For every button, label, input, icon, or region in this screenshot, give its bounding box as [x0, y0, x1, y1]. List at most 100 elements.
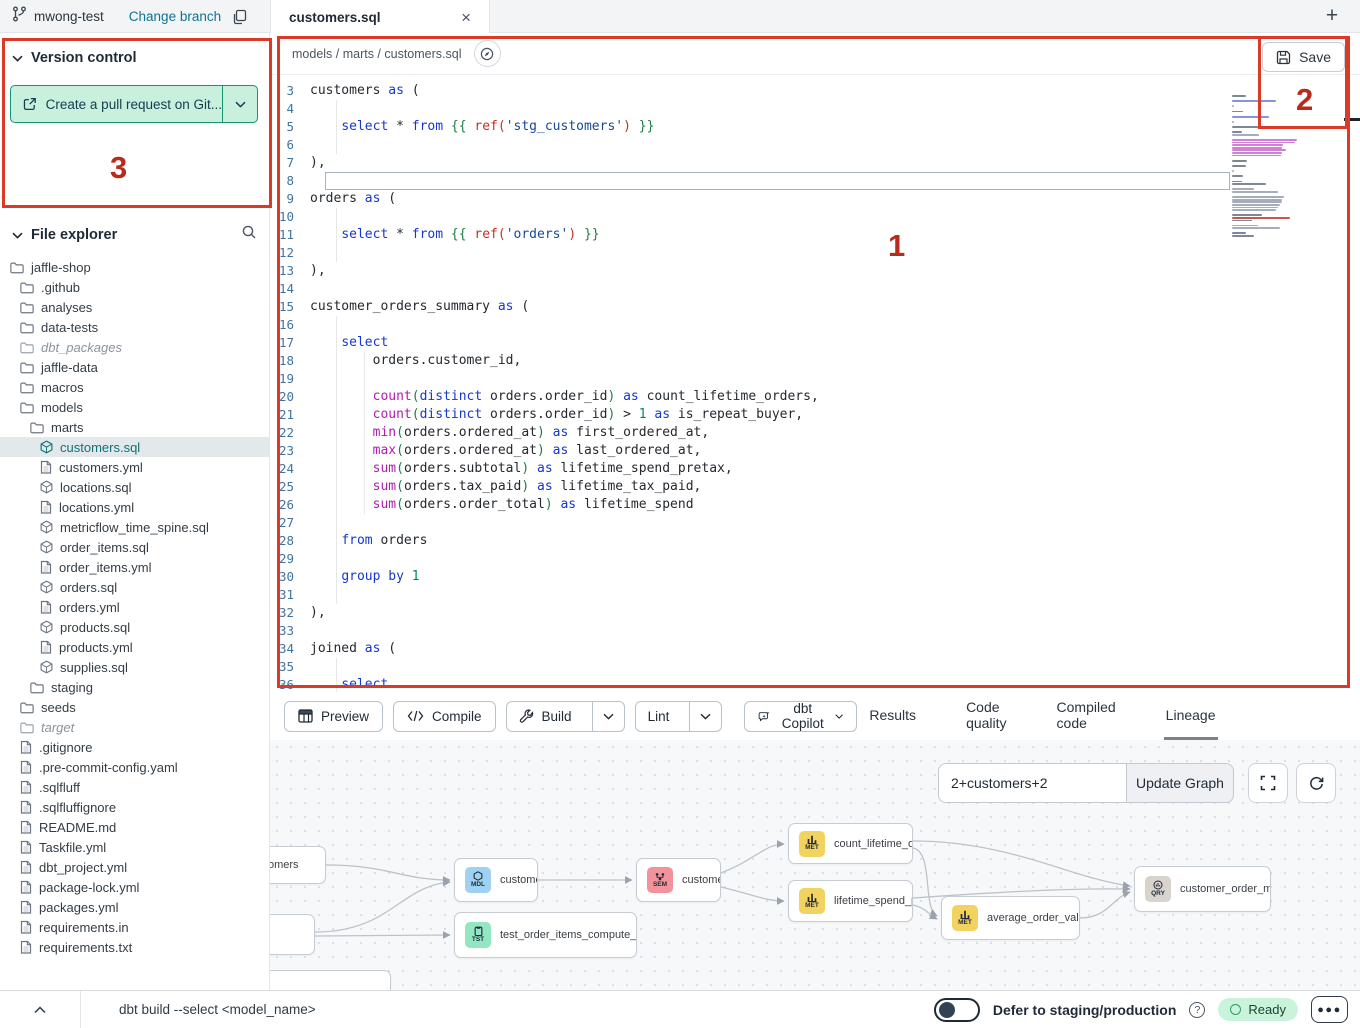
- code-line-26[interactable]: 26 sum(orders.order_total) as lifetime_s…: [270, 496, 1360, 514]
- command-input[interactable]: dbt build --select <model_name>: [119, 1002, 316, 1017]
- code-line-18[interactable]: 18 orders.customer_id,: [270, 352, 1360, 370]
- code-line-6[interactable]: 6: [270, 136, 1360, 154]
- minimap-handle[interactable]: [1344, 118, 1360, 121]
- code-line-3[interactable]: 3customers as (: [270, 82, 1360, 100]
- change-branch-link[interactable]: Change branch: [129, 9, 221, 24]
- tab-close-icon[interactable]: ×: [461, 9, 471, 26]
- help-icon[interactable]: ?: [1189, 1002, 1205, 1018]
- navigate-icon[interactable]: [474, 40, 501, 67]
- tree-item--sqlfluffignore[interactable]: .sqlfluffignore: [0, 797, 270, 817]
- create-pr-main[interactable]: Create a pull request on Git...: [11, 86, 223, 122]
- tree-item-data-tests[interactable]: data-tests: [0, 317, 270, 337]
- tree-item-order-items-sql[interactable]: order_items.sql: [0, 537, 270, 557]
- code-line-32[interactable]: 32),: [270, 604, 1360, 622]
- build-button[interactable]: Build: [507, 702, 584, 731]
- new-tab-button[interactable]: +: [1318, 2, 1346, 30]
- code-line-25[interactable]: 25 sum(orders.tax_paid) as lifetime_tax_…: [270, 478, 1360, 496]
- lineage-node-customers[interactable]: SEMcustomers: [636, 858, 721, 902]
- create-pr-caret[interactable]: [223, 86, 257, 122]
- lint-button[interactable]: Lint: [636, 702, 682, 731]
- more-options-button[interactable]: ●●●: [1311, 996, 1348, 1023]
- tree-item-marts[interactable]: marts: [0, 417, 270, 437]
- tree-item--gitignore[interactable]: .gitignore: [0, 737, 270, 757]
- code-line-21[interactable]: 21 count(distinct orders.order_id) > 1 a…: [270, 406, 1360, 424]
- code-line-5[interactable]: 5 select * from {{ ref('stg_customers') …: [270, 118, 1360, 136]
- code-line-27[interactable]: 27: [270, 514, 1360, 532]
- tab-results[interactable]: Results: [867, 692, 918, 740]
- tree-item--github[interactable]: .github: [0, 277, 270, 297]
- lineage-node-customers[interactable]: MDLcustomers: [454, 858, 538, 902]
- code-line-13[interactable]: 13),: [270, 262, 1360, 280]
- lineage-node-orders[interactable]: orders: [270, 914, 315, 955]
- tree-item-taskfile-yml[interactable]: Taskfile.yml: [0, 837, 270, 857]
- tree-item--sqlfluff[interactable]: .sqlfluff: [0, 777, 270, 797]
- tree-item-products-yml[interactable]: products.yml: [0, 637, 270, 657]
- code-line-17[interactable]: 17 select: [270, 334, 1360, 352]
- search-icon[interactable]: [241, 224, 257, 240]
- tree-item-orders-sql[interactable]: orders.sql: [0, 577, 270, 597]
- code-line-10[interactable]: 10: [270, 208, 1360, 226]
- tree-item-packages-yml[interactable]: packages.yml: [0, 897, 270, 917]
- defer-toggle[interactable]: [934, 998, 980, 1022]
- lineage-node-customer-order-metrics[interactable]: QRYcustomer_order_metrics: [1134, 866, 1271, 912]
- code-line-34[interactable]: 34joined as (: [270, 640, 1360, 658]
- lineage-filter-input[interactable]: [938, 763, 1126, 803]
- code-line-30[interactable]: 30 group by 1: [270, 568, 1360, 586]
- dbt-copilot-button[interactable]: dbt Copilot: [744, 701, 857, 732]
- lineage-node-average-order-value[interactable]: METaverage_order_value: [941, 896, 1080, 940]
- save-button[interactable]: Save: [1262, 42, 1345, 72]
- tab-code-quality[interactable]: Code quality: [964, 692, 1008, 740]
- code-line-15[interactable]: 15customer_orders_summary as (: [270, 298, 1360, 316]
- code-line-35[interactable]: 35: [270, 658, 1360, 676]
- tree-item-analyses[interactable]: analyses: [0, 297, 270, 317]
- tree-item-locations-yml[interactable]: locations.yml: [0, 497, 270, 517]
- lineage-node-partial[interactable]: [270, 970, 391, 990]
- tree-item-requirements-txt[interactable]: requirements.txt: [0, 937, 270, 957]
- code-line-14[interactable]: 14: [270, 280, 1360, 298]
- tree-item-models[interactable]: models: [0, 397, 270, 417]
- tab-lineage[interactable]: Lineage: [1164, 692, 1218, 740]
- code-line-7[interactable]: 7),: [270, 154, 1360, 172]
- tree-item-macros[interactable]: macros: [0, 377, 270, 397]
- tree-item-staging[interactable]: staging: [0, 677, 270, 697]
- code-line-8[interactable]: 8: [270, 172, 1360, 190]
- code-line-31[interactable]: 31: [270, 586, 1360, 604]
- create-pr-button[interactable]: Create a pull request on Git...: [10, 85, 258, 123]
- copy-icon[interactable]: [232, 9, 247, 25]
- lineage-node-test-order-items-compute-to-bools-[interactable]: TSTtest_order_items_compute_to_bools...: [454, 912, 637, 958]
- tree-item--pre-commit-config-yaml[interactable]: .pre-commit-config.yaml: [0, 757, 270, 777]
- tree-item-orders-yml[interactable]: orders.yml: [0, 597, 270, 617]
- lineage-node-stg-customers[interactable]: stg_customers: [270, 846, 326, 884]
- tab-customers-sql[interactable]: customers.sql ×: [270, 0, 490, 34]
- tree-item-dbt-project-yml[interactable]: dbt_project.yml: [0, 857, 270, 877]
- lineage-node-count-lifetime-orders[interactable]: METcount_lifetime_orders: [788, 823, 913, 864]
- lint-caret[interactable]: [689, 702, 721, 731]
- compile-button[interactable]: Compile: [393, 701, 496, 732]
- tree-item-readme-md[interactable]: README.md: [0, 817, 270, 837]
- code-line-20[interactable]: 20 count(distinct orders.order_id) as co…: [270, 388, 1360, 406]
- update-graph-button[interactable]: Update Graph: [1126, 763, 1234, 803]
- code-line-23[interactable]: 23 max(orders.ordered_at) as last_ordere…: [270, 442, 1360, 460]
- tree-item-locations-sql[interactable]: locations.sql: [0, 477, 270, 497]
- code-line-33[interactable]: 33: [270, 622, 1360, 640]
- tree-item-metricflow-time-spine-sql[interactable]: metricflow_time_spine.sql: [0, 517, 270, 537]
- code-line-16[interactable]: 16: [270, 316, 1360, 334]
- tree-item-jaffle-data[interactable]: jaffle-data: [0, 357, 270, 377]
- tree-item-products-sql[interactable]: products.sql: [0, 617, 270, 637]
- tree-item-package-lock-yml[interactable]: package-lock.yml: [0, 877, 270, 897]
- command-expand-caret[interactable]: [0, 1006, 80, 1014]
- tree-item-order-items-yml[interactable]: order_items.yml: [0, 557, 270, 577]
- code-line-24[interactable]: 24 sum(orders.subtotal) as lifetime_spen…: [270, 460, 1360, 478]
- lineage-panel[interactable]: stg_customersorders MDLcustomers TSTtest_o…: [270, 740, 1360, 990]
- code-line-4[interactable]: 4: [270, 100, 1360, 118]
- lineage-node-lifetime-spend-pretax[interactable]: METlifetime_spend_pretax: [788, 880, 913, 922]
- tab-compiled-code[interactable]: Compiled code: [1055, 692, 1118, 740]
- tree-item-customers-sql[interactable]: customers.sql: [0, 437, 270, 457]
- code-editor[interactable]: 3customers as (45 select * from {{ ref('…: [270, 75, 1360, 692]
- build-caret[interactable]: [592, 702, 624, 731]
- preview-button[interactable]: Preview: [284, 701, 383, 732]
- tree-item-dbt-packages[interactable]: dbt_packages: [0, 337, 270, 357]
- code-line-12[interactable]: 12: [270, 244, 1360, 262]
- code-line-9[interactable]: 9orders as (: [270, 190, 1360, 208]
- code-line-19[interactable]: 19: [270, 370, 1360, 388]
